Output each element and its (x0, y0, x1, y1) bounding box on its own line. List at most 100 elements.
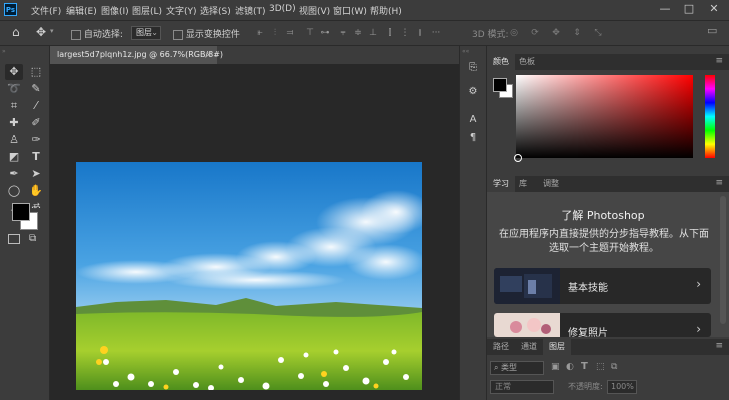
tab-layers[interactable]: 图层 (543, 339, 571, 355)
history-panel-icon[interactable]: ⎘ (465, 60, 481, 76)
character-panel-icon[interactable]: A (465, 112, 481, 128)
menu-file[interactable]: 文件(F) (31, 4, 61, 17)
show-transform-option[interactable]: 显示变换控件 (173, 27, 240, 40)
tool-preset-chevron-icon[interactable]: ▾ (50, 27, 54, 35)
maximize-button[interactable]: □ (680, 2, 698, 16)
3d-orbit-icon[interactable]: ◎ (509, 28, 519, 38)
tab-learn[interactable]: 学习 (487, 176, 515, 192)
menu-edit[interactable]: 编辑(E) (66, 4, 97, 17)
hand-tool-icon[interactable]: ✋ (27, 183, 45, 199)
menu-type[interactable]: 文字(Y) (166, 4, 197, 17)
properties-panel-icon[interactable]: ⚙ (465, 84, 481, 100)
align-right-icon[interactable]: ⫤ (285, 28, 295, 38)
auto-select-label: 自动选择: (83, 30, 123, 40)
align-hcenter-icon[interactable]: ⫶ (270, 28, 280, 38)
clone-stamp-tool-icon[interactable]: ♙ (5, 132, 23, 148)
tab-channels[interactable]: 通道 (515, 339, 543, 355)
auto-select-checkbox[interactable] (71, 29, 81, 40)
menu-image[interactable]: 图像(I) (101, 4, 129, 17)
eyedropper-tool-icon[interactable]: ⁄ (27, 98, 45, 114)
collapse-arrows-icon[interactable]: «« (462, 48, 469, 55)
menu-bar: Ps 文件(F) 编辑(E) 图像(I) 图层(L) 文字(Y) 选择(S) 滤… (0, 0, 729, 20)
tab-paths[interactable]: 路径 (487, 339, 515, 355)
show-transform-checkbox[interactable] (173, 29, 183, 40)
auto-select-option[interactable]: 自动选择: (71, 27, 123, 40)
tab-adjustments[interactable]: 调整 (537, 176, 565, 192)
move-tool-icon[interactable]: ✥ (36, 25, 46, 39)
marquee-tool-icon[interactable]: ⬚ (27, 64, 45, 80)
learn-card-fix-photo[interactable]: 修复照片 › (494, 313, 711, 339)
tab-swatches[interactable]: 色板 (513, 54, 541, 70)
panel-menu-icon[interactable]: ≡ (715, 341, 723, 351)
workspace-icon[interactable]: ▭ (707, 25, 717, 36)
opacity-input[interactable]: 100% (607, 380, 637, 394)
collapse-arrows-icon[interactable]: » (2, 48, 6, 55)
quick-select-tool-icon[interactable]: ✎ (27, 81, 45, 97)
type-tool-icon[interactable]: T (27, 149, 45, 165)
menu-filter[interactable]: 滤镜(T) (235, 4, 266, 17)
pen-tool-icon[interactable]: ✒ (5, 166, 23, 182)
panel-menu-icon[interactable]: ≡ (715, 178, 723, 188)
align-top-icon[interactable]: ⊤ (305, 28, 315, 38)
path-select-tool-icon[interactable]: ➤ (27, 166, 45, 182)
distribute-bottom-icon[interactable]: ⊥ (368, 28, 378, 38)
hue-slider[interactable] (705, 75, 715, 158)
panel-menu-icon[interactable]: ≡ (715, 56, 723, 66)
close-button[interactable]: ✕ (705, 2, 723, 16)
swap-colors-icon[interactable]: ⇄ (33, 201, 40, 210)
tab-libraries[interactable]: 库 (513, 176, 533, 192)
menu-help[interactable]: 帮助(H) (370, 4, 402, 17)
color-picker-handle[interactable] (514, 154, 522, 162)
distribute-left-icon[interactable]: ⫿ (385, 28, 395, 38)
history-brush-tool-icon[interactable]: ✑ (27, 132, 45, 148)
healing-brush-tool-icon[interactable]: ✚ (5, 115, 23, 131)
learn-card-basic-skills[interactable]: 基本技能 › (494, 268, 711, 304)
lasso-tool-icon[interactable]: ➰ (5, 81, 23, 97)
menu-3d[interactable]: 3D(D) (269, 4, 296, 14)
paragraph-panel-icon[interactable]: ¶ (465, 130, 481, 146)
photoshop-logo-icon[interactable]: Ps (4, 3, 17, 16)
home-icon[interactable]: ⌂ (12, 25, 20, 39)
brush-tool-icon[interactable]: ✐ (27, 115, 45, 131)
layer-filter-dropdown[interactable]: ⌕ 类型 (490, 361, 544, 375)
align-left-icon[interactable]: ⫦ (255, 28, 265, 38)
menu-window[interactable]: 窗口(W) (333, 4, 367, 17)
align-vcenter-icon[interactable]: ⊶ (320, 28, 330, 38)
auto-select-target-dropdown[interactable]: 图层 ⌄ (131, 26, 161, 40)
blend-mode-dropdown[interactable]: 正常 (490, 380, 554, 394)
menu-select[interactable]: 选择(S) (200, 4, 231, 17)
ellipse-tool-icon[interactable]: ◯ (5, 183, 23, 199)
pixel-layer-filter-icon[interactable]: ▣ (551, 362, 560, 372)
foreground-color-swatch[interactable] (12, 203, 30, 221)
search-icon: ⌕ (494, 363, 499, 372)
move-tool-icon[interactable]: ✥ (5, 64, 23, 80)
color-panel-foreground-swatch[interactable] (493, 78, 507, 92)
tab-color[interactable]: 颜色 (487, 54, 515, 70)
shape-layer-filter-icon[interactable]: ⬚ (596, 362, 605, 372)
crop-tool-icon[interactable]: ⌗ (5, 98, 23, 114)
close-document-icon[interactable]: × (205, 46, 212, 64)
smart-object-filter-icon[interactable]: ⧉ (611, 362, 617, 372)
menu-view[interactable]: 视图(V) (299, 4, 330, 17)
learn-scrollbar[interactable] (720, 196, 726, 324)
menu-layer[interactable]: 图层(L) (132, 4, 162, 17)
color-field[interactable] (516, 75, 693, 158)
distribute-top-icon[interactable]: ⫧ (338, 28, 348, 38)
3d-slide-icon[interactable]: ⇕ (572, 28, 582, 38)
3d-roll-icon[interactable]: ⟳ (530, 28, 540, 38)
adjustment-layer-filter-icon[interactable]: ◐ (566, 362, 574, 372)
minimize-button[interactable]: — (656, 2, 674, 16)
more-options-icon[interactable]: ··· (431, 28, 441, 38)
document-tab[interactable]: largest5d7plqnh1z.jpg @ 66.7%(RGB/8#) × (50, 46, 223, 64)
3d-pan-icon[interactable]: ✥ (551, 28, 561, 38)
type-layer-filter-icon[interactable]: T (581, 361, 588, 372)
distribute-right-icon[interactable]: ⫾ (415, 28, 425, 38)
distribute-hcenter-icon[interactable]: ⋮ (400, 28, 410, 38)
3d-scale-icon[interactable]: ⤡ (593, 28, 603, 38)
document-image[interactable] (76, 162, 422, 390)
learn-title: 了解 Photoshop (561, 209, 645, 222)
distribute-vcenter-icon[interactable]: ≑ (353, 28, 363, 38)
quick-mask-icon[interactable] (8, 234, 20, 244)
eraser-tool-icon[interactable]: ◩ (5, 149, 23, 165)
screen-mode-icon[interactable]: ⧉ (29, 233, 36, 244)
